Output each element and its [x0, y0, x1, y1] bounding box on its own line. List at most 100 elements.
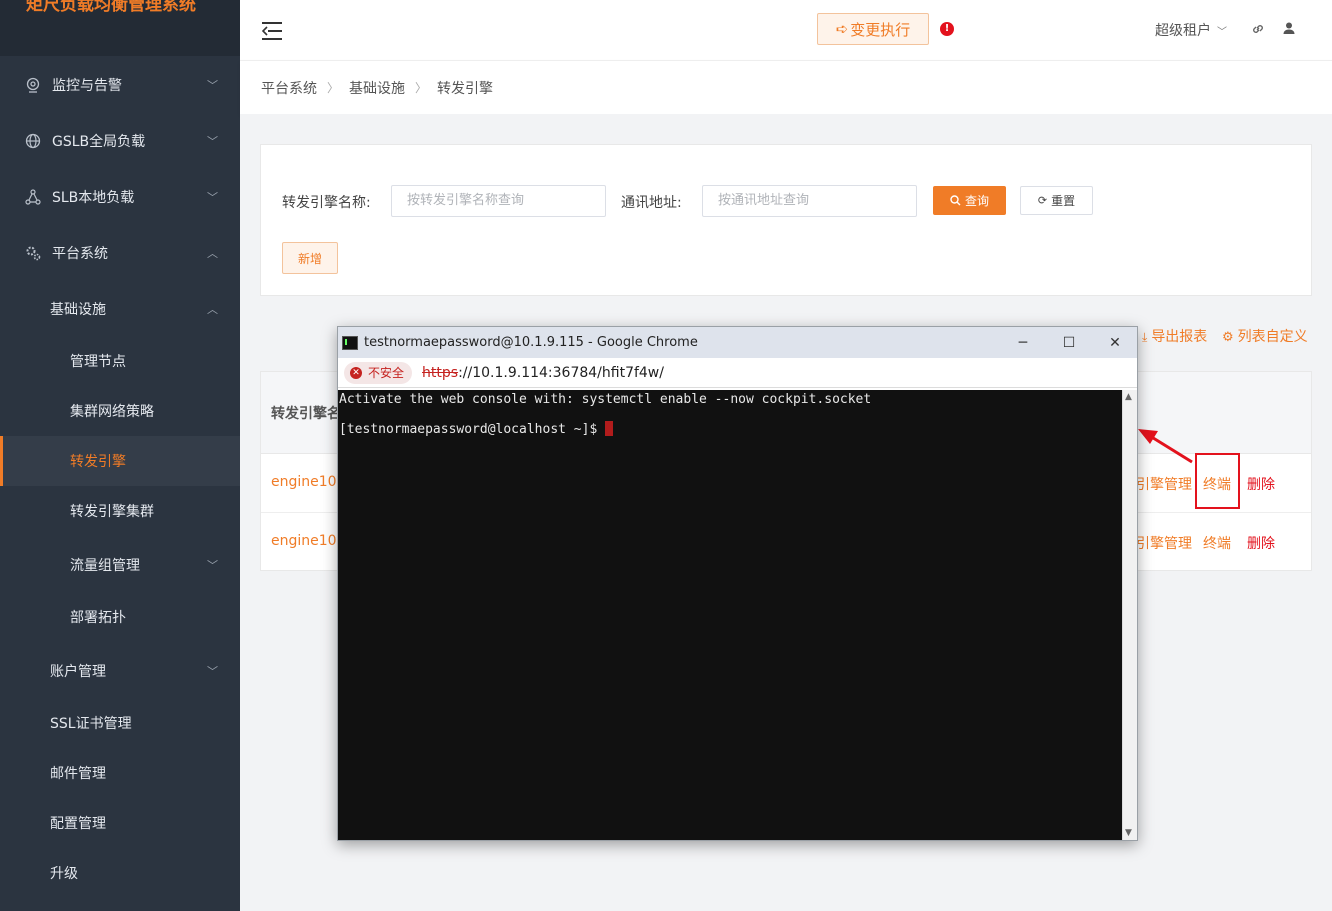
engine-manage-link[interactable]: 引擎管理	[1136, 474, 1192, 494]
sidebar-item-label: 管理节点	[70, 354, 126, 370]
scroll-down-icon[interactable]: ▼	[1125, 828, 1132, 838]
column-header-name: 转发引擎名	[271, 406, 341, 422]
engine-name-label: 转发引擎名称:	[282, 195, 371, 211]
customize-list-button[interactable]: ⚙ 列表自定义	[1222, 326, 1308, 346]
settings-icon: ⚙	[1222, 330, 1234, 345]
close-button[interactable]: ✕	[1092, 327, 1138, 358]
annotation-highlight-box	[1195, 453, 1240, 509]
terminal-scrollbar[interactable]: ▲ ▼	[1122, 390, 1137, 840]
terminal-line: Activate the web console with: systemctl…	[339, 392, 872, 407]
chevron-down-icon: ﹀	[207, 191, 218, 204]
sidebar-item-deploy-topology[interactable]: 部署拓扑	[0, 592, 240, 642]
address-bar[interactable]: ✕ 不安全 https://10.1.9.114:36784/hfit7f4w/	[338, 358, 1137, 388]
reset-label: 重置	[1051, 194, 1076, 208]
query-button[interactable]: 查询	[933, 186, 1006, 215]
reset-button[interactable]: ⟳ 重置	[1020, 186, 1093, 215]
window-title: testnormaepassword@10.1.9.115 - Google C…	[364, 335, 698, 350]
breadcrumb-item[interactable]: 平台系统	[261, 78, 317, 98]
menu-collapse-icon[interactable]	[262, 22, 282, 40]
delete-link[interactable]: 删除	[1247, 474, 1275, 494]
change-execute-label: 变更执行	[850, 20, 911, 39]
maximize-button[interactable]: ☐	[1046, 327, 1092, 358]
url-scheme: https	[422, 364, 459, 381]
terminal-icon	[342, 335, 358, 350]
export-report-button[interactable]: ⤓ 导出报表	[1142, 326, 1207, 346]
sidebar-item-account[interactable]: 账户管理 ﹀	[0, 646, 240, 696]
terminal-prompt-line: [testnormaepassword@localhost ~]$	[339, 421, 614, 437]
sidebar-item-label: SLB本地负载	[52, 190, 135, 206]
sidebar-item-upgrade[interactable]: 升级	[0, 848, 240, 898]
minimize-button[interactable]: ─	[1000, 327, 1046, 358]
query-label: 查询	[964, 194, 989, 208]
engine-name-input[interactable]: 按转发引擎名称查询	[391, 185, 606, 217]
download-icon: ⤓	[1142, 330, 1148, 344]
engine-manage-link[interactable]: 引擎管理	[1136, 533, 1192, 553]
chevron-down-icon: ﹀	[1217, 27, 1227, 38]
chevron-right-icon: 〉	[327, 81, 340, 95]
add-button[interactable]: 新增	[282, 242, 338, 274]
user-icon[interactable]	[1282, 21, 1296, 39]
url-rest: ://10.1.9.114:36784/hfit7f4w/	[458, 364, 664, 381]
tenant-label: 超级租户	[1155, 23, 1211, 39]
globe-icon	[24, 132, 42, 150]
alert-badge[interactable]: !	[940, 22, 954, 36]
sidebar-item-label: 邮件管理	[50, 766, 106, 782]
network-icon	[24, 188, 42, 206]
terminal-console[interactable]: Activate the web console with: systemctl…	[338, 390, 1123, 840]
link-icon[interactable]	[1251, 22, 1265, 40]
sidebar-item-ssl[interactable]: SSL证书管理	[0, 698, 240, 748]
gears-icon	[24, 244, 42, 262]
sidebar-item-label: 监控与告警	[52, 78, 122, 94]
sidebar-item-infrastructure[interactable]: 基础设施 ︿	[0, 284, 240, 334]
sidebar-item-forwarding-engine[interactable]: 转发引擎	[0, 436, 240, 486]
customize-label: 列表自定义	[1237, 329, 1308, 345]
sidebar-item-label: 基础设施	[50, 302, 106, 318]
chevron-down-icon: ﹀	[207, 135, 218, 148]
window-titlebar[interactable]: testnormaepassword@10.1.9.115 - Google C…	[338, 327, 1137, 358]
change-execute-button[interactable]: ➪ 变更执行	[817, 13, 929, 45]
delete-link[interactable]: 删除	[1247, 533, 1275, 553]
sidebar-item-label: 集群网络策略	[70, 404, 154, 420]
arrow-right-icon: ➪	[835, 20, 849, 38]
security-indicator[interactable]: ✕ 不安全	[344, 361, 413, 384]
sidebar-item-manage-nodes[interactable]: 管理节点	[0, 336, 240, 386]
sidebar-item-label: 转发引擎集群	[70, 504, 154, 520]
sidebar-item-engine-cluster[interactable]: 转发引擎集群	[0, 486, 240, 536]
terminal-cursor	[605, 421, 614, 436]
tenant-dropdown[interactable]: 超级租户 ﹀	[1155, 20, 1227, 40]
search-panel: 转发引擎名称: 按转发引擎名称查询 通讯地址: 按通讯地址查询 查询 ⟳ 重置 …	[260, 144, 1312, 296]
sidebar-item-config[interactable]: 配置管理	[0, 798, 240, 848]
sidebar-item-label: SSL证书管理	[50, 716, 132, 732]
url-text[interactable]: https://10.1.9.114:36784/hfit7f4w/	[422, 365, 664, 381]
sidebar-item-gslb[interactable]: GSLB全局负载 ﹀	[0, 116, 240, 166]
chevron-down-icon: ﹀	[207, 79, 218, 92]
chrome-popup-window: testnormaepassword@10.1.9.115 - Google C…	[337, 326, 1138, 841]
address-input[interactable]: 按通讯地址查询	[702, 185, 917, 217]
sidebar-item-slb[interactable]: SLB本地负载 ﹀	[0, 172, 240, 222]
sidebar-item-mail[interactable]: 邮件管理	[0, 748, 240, 798]
security-label: 不安全	[368, 366, 405, 380]
chevron-up-icon: ︿	[207, 303, 218, 316]
breadcrumb-item-current: 转发引擎	[437, 80, 494, 97]
scroll-up-icon[interactable]: ▲	[1125, 392, 1132, 402]
warning-icon: ✕	[350, 366, 362, 379]
search-icon	[950, 195, 961, 206]
sidebar: 矩尺负载均衡管理系统 监控与告警 ﹀ GSLB全局负载 ﹀ SLB本地负载 ﹀ …	[0, 0, 240, 911]
sidebar-item-label: 升级	[50, 866, 78, 882]
sidebar-item-label: 部署拓扑	[70, 610, 126, 626]
chevron-down-icon: ﹀	[207, 559, 218, 572]
sidebar-item-traffic-group[interactable]: 流量组管理 ﹀	[0, 540, 240, 590]
address-label: 通讯地址:	[621, 195, 682, 211]
terminal-link[interactable]: 终端	[1203, 533, 1231, 553]
topbar: ➪ 变更执行 ! 超级租户 ﹀	[240, 0, 1332, 60]
sidebar-item-label: 配置管理	[50, 816, 106, 832]
sidebar-item-label: 平台系统	[52, 246, 108, 262]
breadcrumb-item[interactable]: 基础设施	[349, 78, 405, 98]
chevron-down-icon: ﹀	[207, 665, 218, 678]
sidebar-item-cluster-network-policy[interactable]: 集群网络策略	[0, 386, 240, 436]
sidebar-item-label: 流量组管理	[70, 558, 140, 574]
sidebar-item-monitoring[interactable]: 监控与告警 ﹀	[0, 60, 240, 110]
sidebar-item-platform[interactable]: 平台系统 ︿	[0, 228, 240, 278]
chevron-right-icon: 〉	[415, 81, 428, 95]
sidebar-item-label: 账户管理	[50, 664, 106, 680]
